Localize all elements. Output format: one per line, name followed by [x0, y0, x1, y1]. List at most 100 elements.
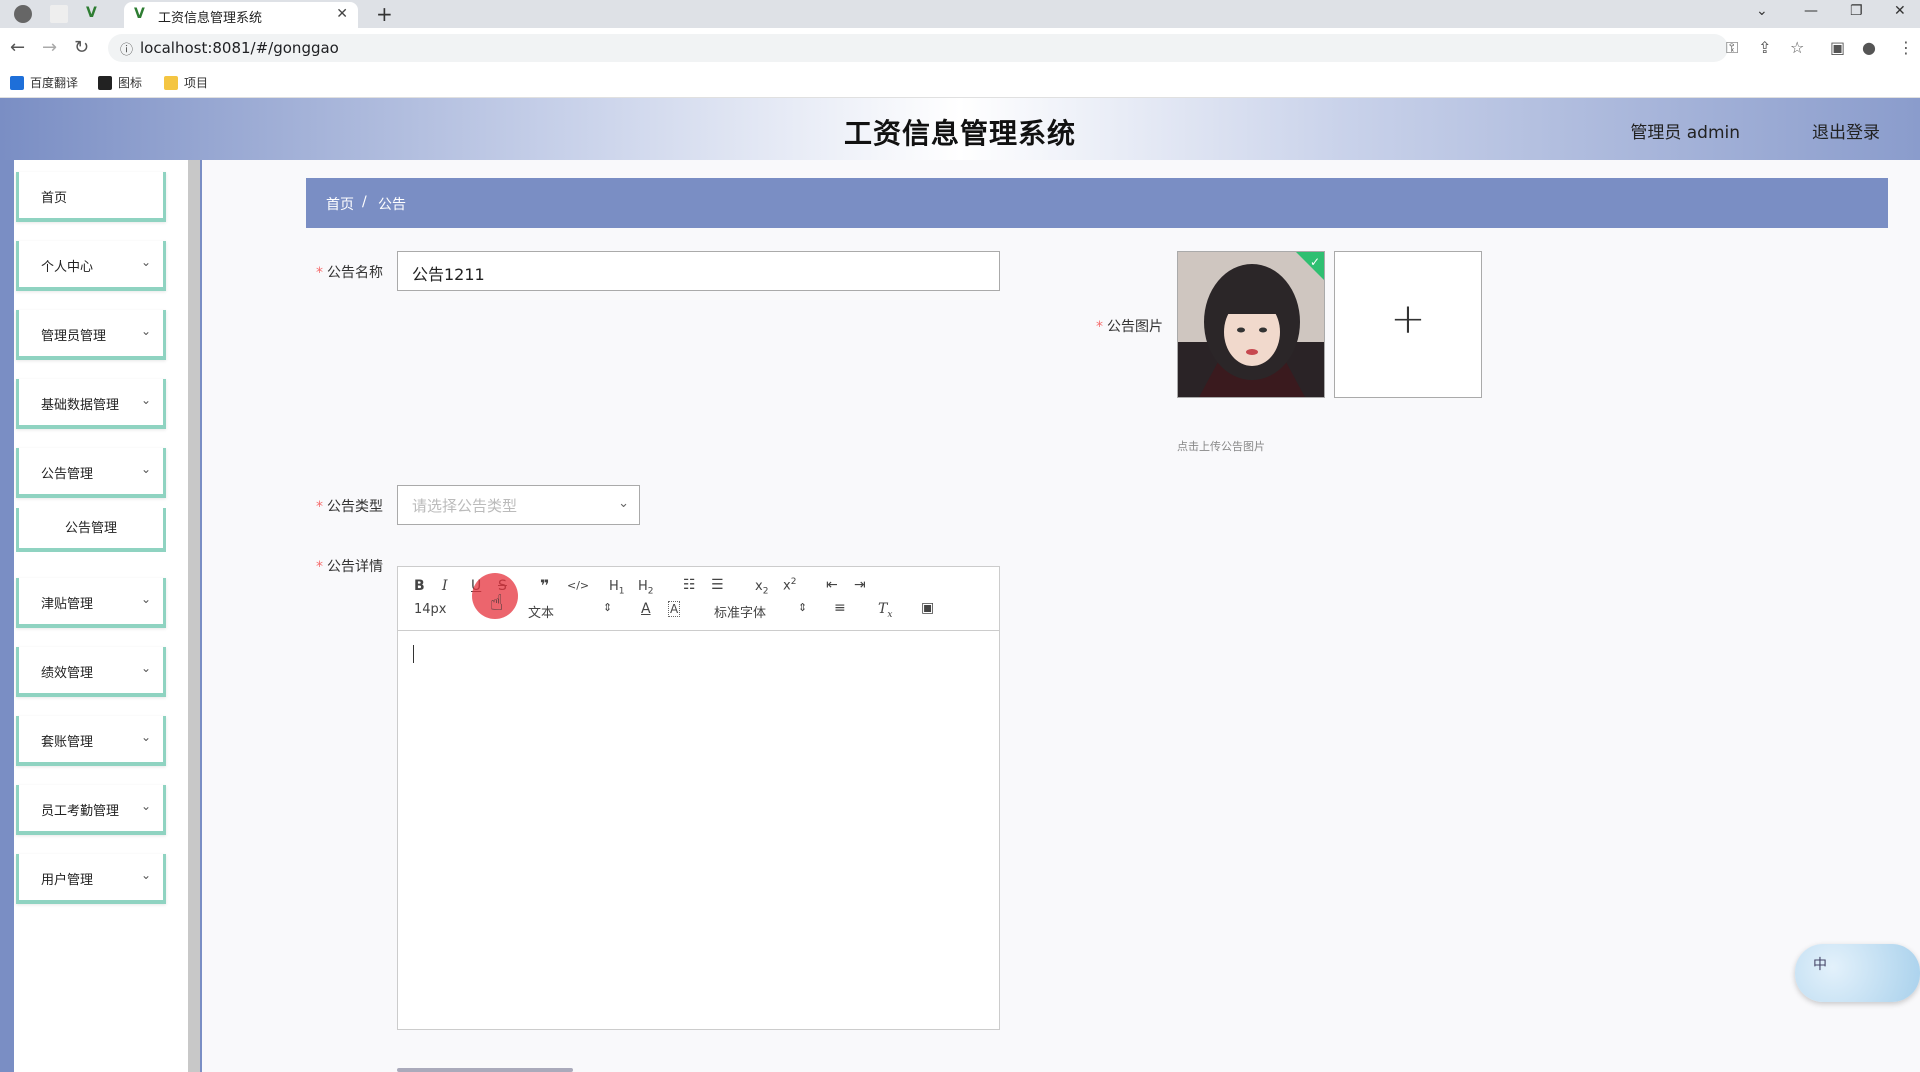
close-tab-icon[interactable]: ✕ — [336, 6, 348, 22]
ime-mode: 中 — [1813, 957, 1827, 973]
sidebar-item[interactable]: 用户管理 ⌄ — [16, 854, 166, 904]
chevron-down-icon: ⌄ — [618, 496, 629, 511]
bookmark-translate[interactable]: 百度翻译 — [10, 74, 78, 91]
chevron-down-icon: ⌄ — [140, 255, 151, 269]
sidebar-item-label: 个人中心 — [41, 260, 94, 275]
ime-widget[interactable]: 中 — [1795, 944, 1920, 1002]
sidebar-item-label: 用户管理 — [41, 873, 94, 888]
new-tab-button[interactable]: + — [376, 2, 393, 26]
sidebar-item[interactable]: 公告管理 ⌄ — [16, 448, 166, 498]
back-icon[interactable]: ← — [10, 37, 25, 58]
sidebar-item-label: 公告管理 — [41, 467, 94, 482]
sidebar-item[interactable]: 绩效管理 ⌄ — [16, 647, 166, 697]
bookmarks-bar: 百度翻译 图标 项目 — [0, 68, 1920, 98]
h1-icon[interactable]: H1 — [609, 579, 625, 597]
svg-text:✓: ✓ — [1310, 255, 1320, 269]
outdent-icon[interactable]: ⇤ — [826, 577, 838, 593]
bold-icon[interactable]: B — [414, 578, 425, 594]
paragraph-select[interactable]: 文本 — [528, 602, 554, 621]
sidebar-item[interactable]: 津贴管理 ⌄ — [16, 578, 166, 628]
name-input[interactable]: 公告1211 — [397, 251, 1000, 291]
vue-icon[interactable]: V — [86, 5, 104, 23]
sidebar-item[interactable]: 首页 — [16, 172, 166, 222]
sidebar-item[interactable]: 基础数据管理 ⌄ — [16, 379, 166, 429]
chevron-down-icon: ⌄ — [140, 730, 151, 744]
forward-icon[interactable]: → — [42, 37, 57, 58]
editor-content-area[interactable] — [398, 632, 999, 1029]
text-cursor — [413, 645, 414, 663]
image-icon[interactable]: ▣ — [921, 600, 934, 616]
font-color-icon[interactable]: A — [641, 601, 651, 617]
close-window-button[interactable]: ✕ — [1894, 3, 1906, 19]
url-text: localhost:8081/#/gonggao — [140, 39, 339, 57]
chevron-down-icon: ⌄ — [140, 462, 151, 476]
sidebar-subitem[interactable]: 公告管理 — [16, 508, 166, 552]
bookmark-project[interactable]: 项目 — [164, 74, 208, 91]
sidepanel-icon[interactable]: ▣ — [1830, 38, 1845, 57]
breadcrumb-home[interactable]: 首页 — [326, 194, 354, 214]
chevron-down-icon: ⌄ — [140, 799, 151, 813]
sidebar-item-label: 津贴管理 — [41, 597, 94, 612]
translate-icon — [10, 75, 24, 90]
subscript-icon[interactable]: x2 — [755, 579, 768, 597]
sidebar-item[interactable]: 个人中心 ⌄ — [16, 241, 166, 291]
add-image-button[interactable]: + — [1334, 251, 1482, 398]
hand-cursor-icon: ☝ — [490, 591, 504, 616]
chevron-down-icon: ⌄ — [140, 393, 151, 407]
upload-tip: 点击上传公告图片 — [1177, 440, 1265, 453]
sidebar-scrollbar[interactable] — [188, 160, 200, 1072]
chevron-down-icon: ⌄ — [140, 661, 151, 675]
page-scrollbar[interactable] — [397, 1068, 573, 1072]
rich-text-editor: B I U S ❞ </> H1 H2 ☷ ☰ x2 x2 ⇤ ⇥ 14px 文… — [397, 566, 1000, 1030]
tab-search-icon[interactable]: ⌄ — [1756, 3, 1768, 19]
app-header: 工资信息管理系统 管理员 admin 退出登录 — [0, 98, 1920, 160]
indent-icon[interactable]: ⇥ — [854, 577, 866, 593]
h2-icon[interactable]: H2 — [638, 579, 654, 597]
breadcrumb-current: 公告 — [378, 197, 406, 213]
sidebar-item[interactable]: 管理员管理 ⌄ — [16, 310, 166, 360]
minimize-button[interactable]: — — [1804, 3, 1818, 19]
sidebar-item[interactable]: 员工考勤管理 ⌄ — [16, 785, 166, 835]
key-icon[interactable]: ⚿ — [1726, 38, 1738, 58]
sidebar-item-label: 基础数据管理 — [41, 398, 120, 413]
sidebar-item-label: 管理员管理 — [41, 329, 107, 344]
restore-button[interactable]: ❐ — [1850, 3, 1863, 19]
bullet-list-icon[interactable]: ☰ — [711, 577, 724, 593]
font-size-select[interactable]: 14px — [414, 602, 447, 617]
bookmark-icons[interactable]: 图标 — [98, 74, 142, 91]
profile-icon[interactable]: ● — [1862, 38, 1876, 57]
quote-icon[interactable]: ❞ — [540, 576, 549, 595]
address-bar: ← → ↻ ⓘ localhost:8081/#/gonggao ⚿ ⇪ ☆ ▣… — [0, 28, 1920, 68]
tab-favicon-icon[interactable] — [50, 5, 68, 23]
chevron-down-icon: ⌄ — [140, 868, 151, 882]
type-select[interactable]: 请选择公告类型 ⌄ — [397, 485, 640, 525]
url-field[interactable]: ⓘ localhost:8081/#/gonggao — [108, 34, 1728, 62]
align-icon[interactable]: ≡ — [834, 600, 846, 616]
sidebar-item-label: 首页 — [41, 191, 68, 206]
share-icon[interactable]: ⇪ — [1758, 38, 1771, 57]
uploaded-image[interactable]: ✓ — [1177, 251, 1325, 398]
image-label: * 公告图片 — [1096, 319, 1163, 335]
clear-format-icon[interactable]: Tx — [878, 601, 892, 620]
code-icon[interactable]: </> — [567, 579, 589, 592]
plus-icon: + — [1390, 294, 1426, 343]
globe-icon[interactable] — [14, 5, 32, 23]
info-icon[interactable]: ⓘ — [120, 39, 133, 58]
chevron-down-icon: ⌄ — [140, 592, 151, 606]
sidebar-item-label: 套账管理 — [41, 735, 94, 750]
star-icon[interactable]: ☆ — [1790, 38, 1804, 57]
portrait-image: ✓ — [1178, 252, 1324, 397]
menu-icon[interactable]: ⋮ — [1898, 38, 1914, 57]
sidebar-item[interactable]: 套账管理 ⌄ — [16, 716, 166, 766]
italic-icon[interactable]: I — [442, 578, 448, 594]
sidebar-item-label: 员工考勤管理 — [41, 804, 120, 819]
vue-icon: V — [134, 6, 145, 22]
select-arrows-icon: ⇕ — [798, 601, 808, 614]
active-tab[interactable]: V 工资信息管理系统 ✕ — [124, 2, 358, 28]
font-family-select[interactable]: 标准字体 — [714, 602, 766, 621]
logout-button[interactable]: 退出登录 — [1812, 118, 1880, 143]
ordered-list-icon[interactable]: ☷ — [683, 577, 696, 593]
background-color-icon[interactable]: A — [668, 601, 681, 617]
superscript-icon[interactable]: x2 — [783, 577, 796, 593]
reload-icon[interactable]: ↻ — [74, 37, 89, 58]
